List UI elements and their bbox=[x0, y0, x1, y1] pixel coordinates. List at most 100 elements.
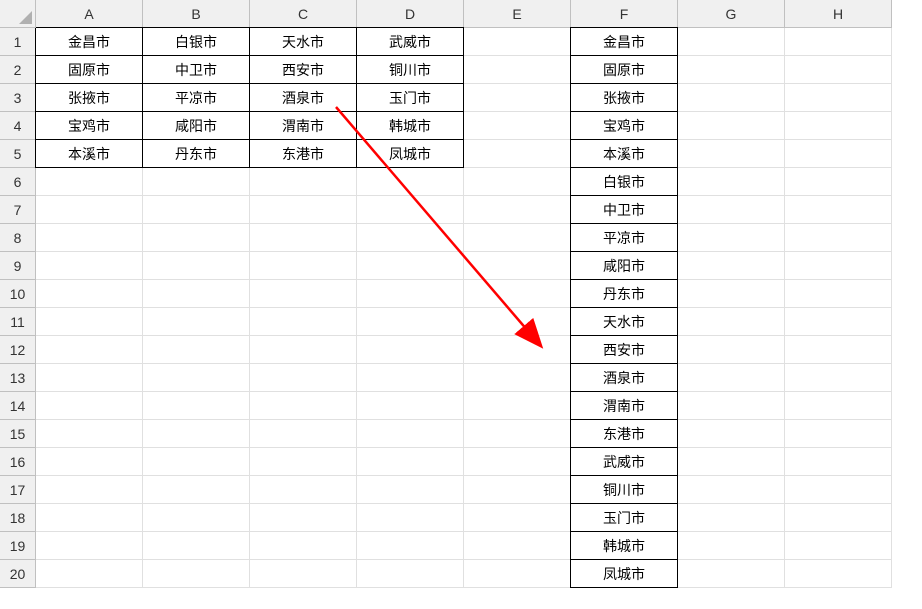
cell-c12[interactable] bbox=[250, 336, 357, 364]
cell-c4[interactable]: 渭南市 bbox=[249, 111, 357, 140]
cell-b3[interactable]: 平凉市 bbox=[142, 83, 250, 112]
cell-e5[interactable] bbox=[464, 140, 571, 168]
cell-d11[interactable] bbox=[357, 308, 464, 336]
cell-g11[interactable] bbox=[678, 308, 785, 336]
cell-e9[interactable] bbox=[464, 252, 571, 280]
cell-e10[interactable] bbox=[464, 280, 571, 308]
row-header-5[interactable]: 5 bbox=[0, 140, 36, 168]
cell-d17[interactable] bbox=[357, 476, 464, 504]
cell-f11[interactable]: 天水市 bbox=[570, 307, 678, 336]
cell-b7[interactable] bbox=[143, 196, 250, 224]
cell-f19[interactable]: 韩城市 bbox=[570, 531, 678, 560]
row-header-10[interactable]: 10 bbox=[0, 280, 36, 308]
cell-a3[interactable]: 张掖市 bbox=[35, 83, 143, 112]
cell-c15[interactable] bbox=[250, 420, 357, 448]
cell-a10[interactable] bbox=[36, 280, 143, 308]
cell-g5[interactable] bbox=[678, 140, 785, 168]
cell-c7[interactable] bbox=[250, 196, 357, 224]
cell-b14[interactable] bbox=[143, 392, 250, 420]
cell-c18[interactable] bbox=[250, 504, 357, 532]
cell-c9[interactable] bbox=[250, 252, 357, 280]
cell-g3[interactable] bbox=[678, 84, 785, 112]
cell-g20[interactable] bbox=[678, 560, 785, 588]
cell-a13[interactable] bbox=[36, 364, 143, 392]
cell-d7[interactable] bbox=[357, 196, 464, 224]
cell-f9[interactable]: 咸阳市 bbox=[570, 251, 678, 280]
row-header-16[interactable]: 16 bbox=[0, 448, 36, 476]
cell-e13[interactable] bbox=[464, 364, 571, 392]
cell-g4[interactable] bbox=[678, 112, 785, 140]
cell-g19[interactable] bbox=[678, 532, 785, 560]
cell-c3[interactable]: 酒泉市 bbox=[249, 83, 357, 112]
cell-a6[interactable] bbox=[36, 168, 143, 196]
cell-e1[interactable] bbox=[464, 28, 571, 56]
col-header-d[interactable]: D bbox=[357, 0, 464, 28]
cell-f20[interactable]: 凤城市 bbox=[570, 559, 678, 588]
cell-c17[interactable] bbox=[250, 476, 357, 504]
cell-f13[interactable]: 酒泉市 bbox=[570, 363, 678, 392]
cell-c10[interactable] bbox=[250, 280, 357, 308]
cell-b8[interactable] bbox=[143, 224, 250, 252]
cell-f18[interactable]: 玉门市 bbox=[570, 503, 678, 532]
cell-f4[interactable]: 宝鸡市 bbox=[570, 111, 678, 140]
cell-h19[interactable] bbox=[785, 532, 892, 560]
cell-e6[interactable] bbox=[464, 168, 571, 196]
cell-f1[interactable]: 金昌市 bbox=[570, 27, 678, 56]
cell-d14[interactable] bbox=[357, 392, 464, 420]
cell-f8[interactable]: 平凉市 bbox=[570, 223, 678, 252]
cell-b18[interactable] bbox=[143, 504, 250, 532]
cell-a16[interactable] bbox=[36, 448, 143, 476]
row-header-8[interactable]: 8 bbox=[0, 224, 36, 252]
cell-g15[interactable] bbox=[678, 420, 785, 448]
cell-e11[interactable] bbox=[464, 308, 571, 336]
cell-b6[interactable] bbox=[143, 168, 250, 196]
cell-d15[interactable] bbox=[357, 420, 464, 448]
cell-h20[interactable] bbox=[785, 560, 892, 588]
cell-f14[interactable]: 渭南市 bbox=[570, 391, 678, 420]
cell-c2[interactable]: 西安市 bbox=[249, 55, 357, 84]
cell-c1[interactable]: 天水市 bbox=[249, 27, 357, 56]
cell-h9[interactable] bbox=[785, 252, 892, 280]
cell-e7[interactable] bbox=[464, 196, 571, 224]
cell-a4[interactable]: 宝鸡市 bbox=[35, 111, 143, 140]
col-header-c[interactable]: C bbox=[250, 0, 357, 28]
cell-g14[interactable] bbox=[678, 392, 785, 420]
cell-b20[interactable] bbox=[143, 560, 250, 588]
cell-c16[interactable] bbox=[250, 448, 357, 476]
cell-d19[interactable] bbox=[357, 532, 464, 560]
cell-a18[interactable] bbox=[36, 504, 143, 532]
row-header-11[interactable]: 11 bbox=[0, 308, 36, 336]
cell-a7[interactable] bbox=[36, 196, 143, 224]
row-header-12[interactable]: 12 bbox=[0, 336, 36, 364]
cell-h13[interactable] bbox=[785, 364, 892, 392]
cell-g13[interactable] bbox=[678, 364, 785, 392]
cell-h14[interactable] bbox=[785, 392, 892, 420]
cell-c6[interactable] bbox=[250, 168, 357, 196]
cell-h5[interactable] bbox=[785, 140, 892, 168]
row-header-17[interactable]: 17 bbox=[0, 476, 36, 504]
cell-h4[interactable] bbox=[785, 112, 892, 140]
row-header-9[interactable]: 9 bbox=[0, 252, 36, 280]
cell-a5[interactable]: 本溪市 bbox=[35, 139, 143, 168]
cell-d4[interactable]: 韩城市 bbox=[356, 111, 464, 140]
col-header-b[interactable]: B bbox=[143, 0, 250, 28]
cell-h7[interactable] bbox=[785, 196, 892, 224]
cell-b2[interactable]: 中卫市 bbox=[142, 55, 250, 84]
cell-h6[interactable] bbox=[785, 168, 892, 196]
cell-g7[interactable] bbox=[678, 196, 785, 224]
cell-h1[interactable] bbox=[785, 28, 892, 56]
cell-d5[interactable]: 凤城市 bbox=[356, 139, 464, 168]
cell-d18[interactable] bbox=[357, 504, 464, 532]
cell-h18[interactable] bbox=[785, 504, 892, 532]
row-header-7[interactable]: 7 bbox=[0, 196, 36, 224]
cell-d9[interactable] bbox=[357, 252, 464, 280]
cell-e14[interactable] bbox=[464, 392, 571, 420]
cell-d2[interactable]: 铜川市 bbox=[356, 55, 464, 84]
cell-d20[interactable] bbox=[357, 560, 464, 588]
cell-g16[interactable] bbox=[678, 448, 785, 476]
cell-e8[interactable] bbox=[464, 224, 571, 252]
cell-f15[interactable]: 东港市 bbox=[570, 419, 678, 448]
cell-e15[interactable] bbox=[464, 420, 571, 448]
cell-e3[interactable] bbox=[464, 84, 571, 112]
cell-b19[interactable] bbox=[143, 532, 250, 560]
